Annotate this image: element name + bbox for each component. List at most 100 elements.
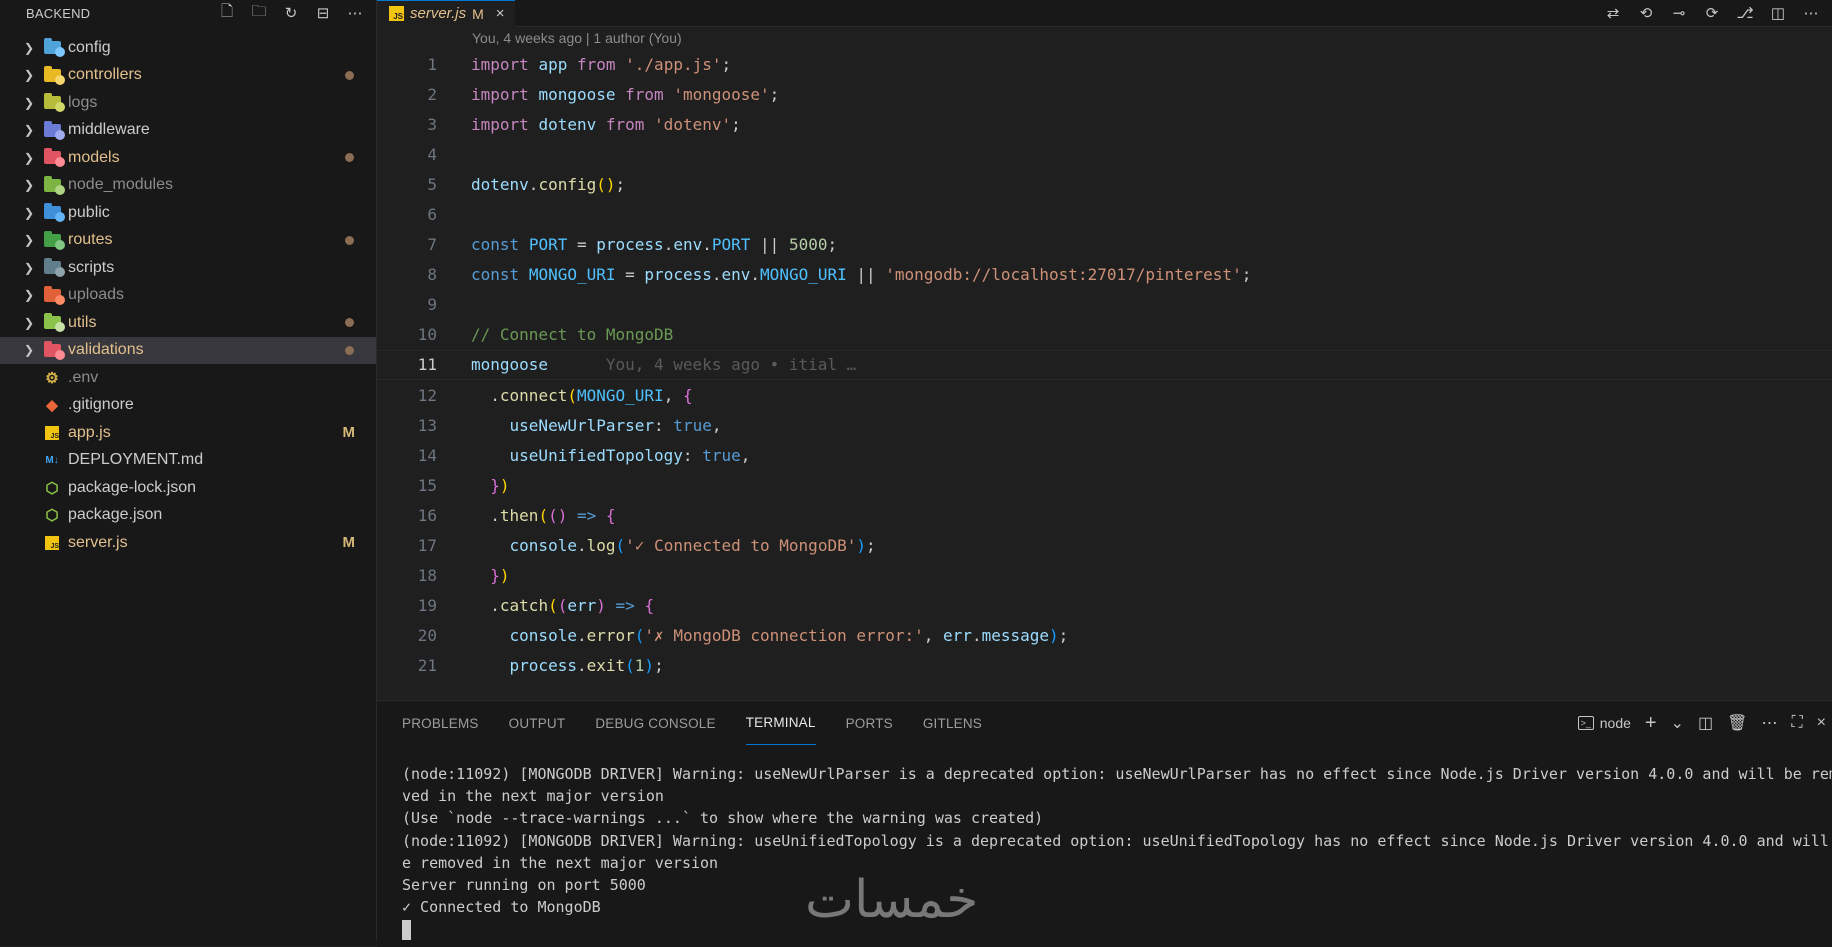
line-content: const PORT = process.env.PORT || 5000; [471,235,838,255]
code-line[interactable]: 3 import dotenv from 'dotenv'; [377,109,1832,139]
folder-item[interactable]: ❯ scripts [0,254,376,282]
folder-item[interactable]: ❯ uploads [0,282,376,310]
code-line[interactable]: 17 console.log('✓ Connected to MongoDB')… [377,531,1832,561]
file-tree-label: app.js [68,423,111,441]
more-actions-icon[interactable]: ⋯ [1761,713,1777,733]
maximize-panel-icon[interactable]: ⛶ [1791,714,1802,732]
chevron-right-icon[interactable]: ❯ [20,96,38,110]
code-line[interactable]: 21 process.exit(1); [377,651,1832,681]
folder-item[interactable]: ❯ models [0,144,376,172]
trash-icon[interactable]: 🗑 [1727,713,1747,733]
code-line[interactable]: 5 dotenv.config(); [377,169,1832,199]
chevron-right-icon[interactable]: ❯ [20,178,38,192]
file-item[interactable]: ◆ .gitignore [0,392,376,420]
more-actions-icon[interactable]: ⋯ [1800,2,1822,24]
code-line[interactable]: 15 }) [377,470,1832,500]
split-terminal-icon[interactable]: ◫ [1698,713,1713,733]
close-icon[interactable]: × [496,5,505,22]
chevron-right-icon[interactable]: ❯ [20,123,38,137]
code-line[interactable]: 19 .catch((err) => { [377,591,1832,621]
code-line[interactable]: 18 }) [377,561,1832,591]
code-line[interactable]: 4 [377,139,1832,169]
line-number: 4 [427,144,437,164]
folder-item[interactable]: ❯ logs [0,89,376,117]
file-item[interactable]: JS app.js M [0,419,376,447]
panel-tab-output[interactable]: OUTPUT [509,701,566,745]
terminal-line: (node:11092) [MONGODB DRIVER] Warning: u… [402,765,1832,783]
chevron-right-icon[interactable]: ❯ [20,288,38,302]
git-blame-header[interactable]: You, 4 weeks ago | 1 author (You) [377,27,1832,49]
file-item[interactable]: ⚙ .env [0,364,376,392]
code-line[interactable]: 12 .connect(MONGO_URI, { [377,380,1832,410]
panel-tab-terminal[interactable]: TERMINAL [745,701,816,745]
gitlens-icon[interactable]: ⎇ [1734,2,1756,24]
folder-item[interactable]: ❯ validations [0,336,376,364]
code-line[interactable]: 8 const MONGO_URI = process.env.MONGO_URI… [377,260,1832,290]
compare-changes-icon[interactable]: ⇄ [1602,2,1624,24]
panel-tab-problems[interactable]: PROBLEMS [402,701,479,745]
line-number: 2 [427,84,437,104]
folder-icon [42,38,65,58]
file-item[interactable]: JS server.js M [0,529,376,557]
folder-item[interactable]: ❯ routes [0,227,376,255]
folder-icon [42,203,65,223]
code-line[interactable]: 13 useNewUrlParser: true, [377,410,1832,440]
line-number: 9 [427,295,437,315]
line-content: useUnifiedTopology: true, [509,445,751,465]
terminal-dropdown-icon[interactable]: ⌄ [1671,713,1684,733]
code-line[interactable]: 11 mongoose You, 4 weeks ago • itial … [377,349,1832,381]
terminal-instance[interactable]: >_ node [1577,715,1631,731]
code-editor[interactable]: 1 import app from './app.js'; 2 import mong… [377,49,1832,681]
file-tree-label: middleware [68,121,150,139]
code-line[interactable]: 20 console.error('✗ MongoDB connection e… [377,621,1832,651]
code-line[interactable]: 2 import mongoose from 'mongoose'; [377,79,1832,109]
next-change-icon[interactable]: ⟳ [1701,2,1723,24]
folder-item[interactable]: ❯ node_modules [0,172,376,200]
editor-tab-server-js[interactable]: JS server.js M × [377,0,515,27]
chevron-right-icon[interactable]: ❯ [20,316,38,330]
new-terminal-icon[interactable]: + [1645,712,1657,735]
collapse-all-icon[interactable]: ⊟ [312,2,334,24]
folder-item[interactable]: ❯ middleware [0,117,376,145]
file-item[interactable]: ⬡ package-lock.json [0,474,376,502]
watermark-logo: خمسات [805,870,979,930]
folder-icon [42,313,65,333]
close-panel-icon[interactable]: × [1817,714,1826,732]
terminal-output[interactable]: (node:11092) [MONGODB DRIVER] Warning: u… [377,745,1832,941]
file-item[interactable]: M↓ DEPLOYMENT.md [0,447,376,475]
code-line[interactable]: 1 import app from './app.js'; [377,49,1832,79]
line-number: 8 [427,265,437,285]
chevron-right-icon[interactable]: ❯ [20,343,38,357]
panel-tab-gitlens[interactable]: GITLENS [923,701,982,745]
chevron-right-icon[interactable]: ❯ [20,206,38,220]
chevron-right-icon[interactable]: ❯ [20,68,38,82]
code-line[interactable]: 16 .then(() => { [377,500,1832,530]
code-line[interactable]: 14 useUnifiedTopology: true, [377,440,1832,470]
code-line[interactable]: 10 // Connect to MongoDB [377,320,1832,350]
previous-change-icon[interactable]: ⟲ [1635,2,1657,24]
new-file-icon[interactable]: 🗋 [216,2,238,24]
git-commit-icon[interactable]: ⊸ [1668,2,1690,24]
folder-item[interactable]: ❯ public [0,199,376,227]
panel-tab-debug-console[interactable]: DEBUG CONSOLE [595,701,715,745]
javascript-file-icon: JS [42,425,62,441]
split-editor-icon[interactable]: ◫ [1767,2,1789,24]
editor-actions: ⇄ ⟲ ⊸ ⟳ ⎇ ◫ ⋯ [1602,0,1832,26]
file-item[interactable]: ⬡ package.json [0,502,376,530]
code-line[interactable]: 9 [377,290,1832,320]
chevron-right-icon[interactable]: ❯ [20,233,38,247]
folder-item[interactable]: ❯ controllers [0,62,376,90]
panel-tab-ports[interactable]: PORTS [846,701,893,745]
chevron-right-icon[interactable]: ❯ [20,151,38,165]
more-actions-icon[interactable]: ⋯ [344,2,366,24]
folder-item[interactable]: ❯ config [0,34,376,62]
chevron-right-icon[interactable]: ❯ [20,261,38,275]
code-line[interactable]: 6 [377,199,1832,229]
refresh-icon[interactable]: ↻ [280,2,302,24]
folder-item[interactable]: ❯ utils [0,309,376,337]
line-number: 10 [417,325,437,345]
code-line[interactable]: 7 const PORT = process.env.PORT || 5000; [377,230,1832,260]
chevron-right-icon[interactable]: ❯ [20,41,38,55]
line-content: console.error('✗ MongoDB connection erro… [509,626,1069,646]
new-folder-icon[interactable]: 🗀 [248,2,270,24]
